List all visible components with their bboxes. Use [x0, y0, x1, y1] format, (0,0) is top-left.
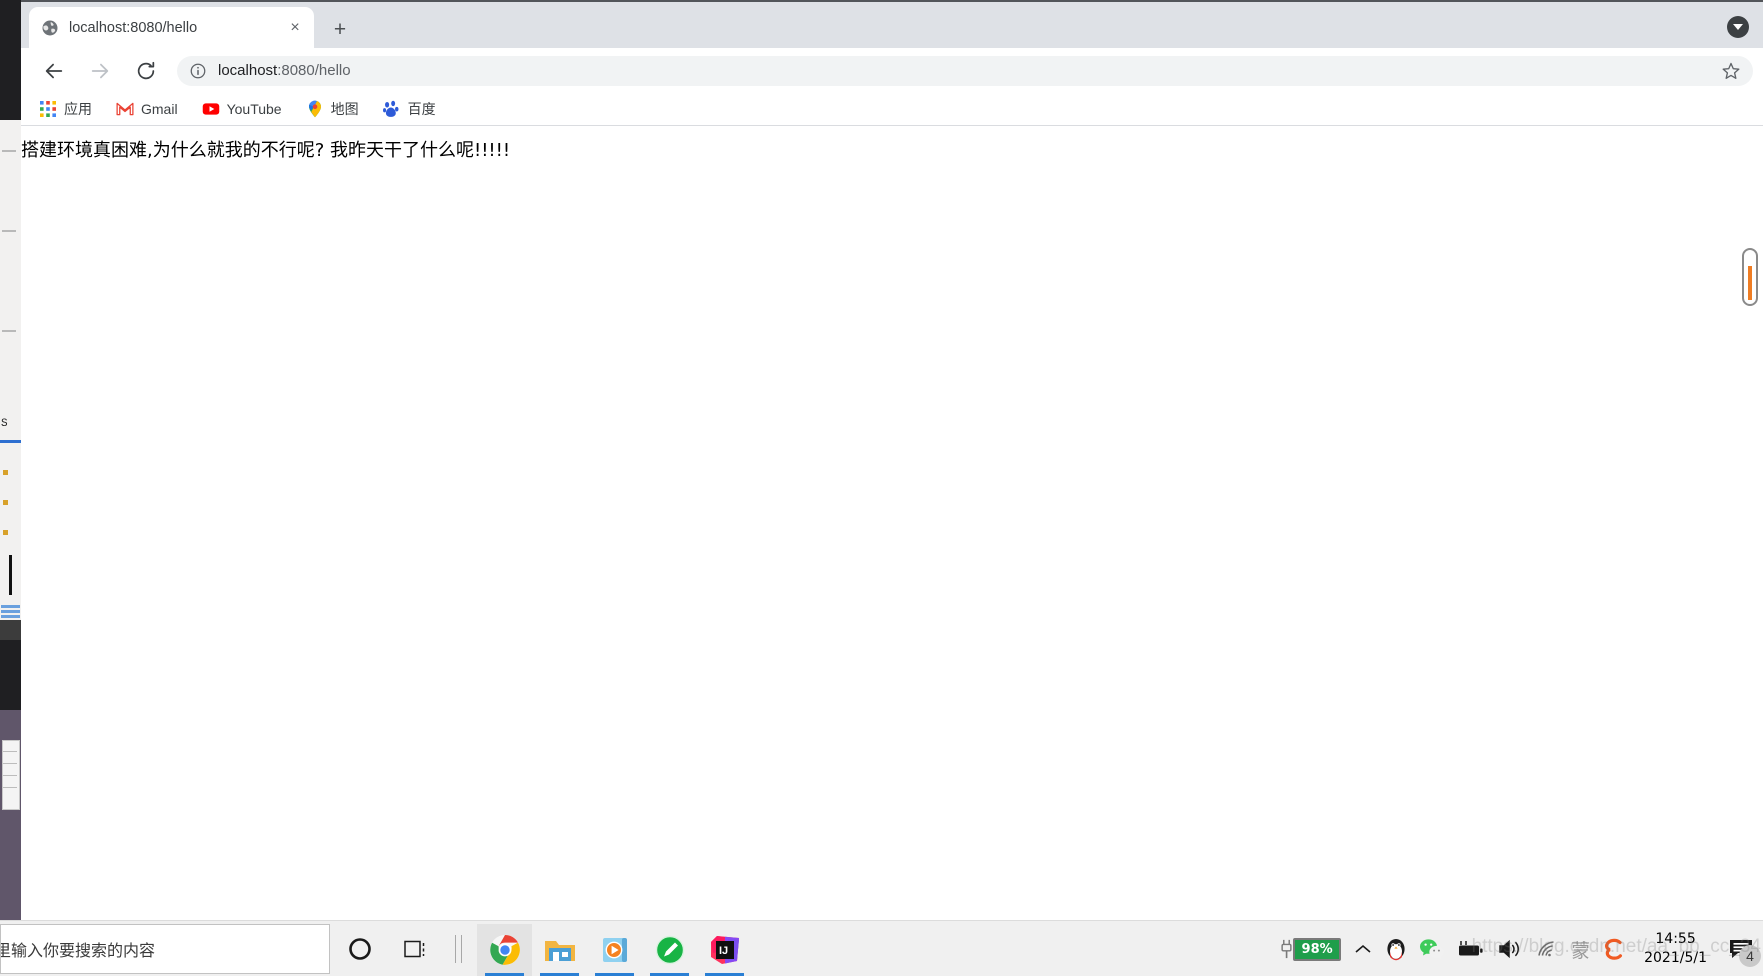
globe-favicon: [42, 20, 58, 35]
close-icon[interactable]: ×: [284, 17, 306, 39]
tab-title: localhost:8080/hello: [69, 19, 198, 36]
reload-icon[interactable]: [130, 55, 162, 87]
task-view-icon[interactable]: [390, 924, 446, 974]
svg-text:IJ: IJ: [719, 945, 728, 957]
bookmark-youtube[interactable]: YouTube: [202, 97, 282, 121]
address-bar[interactable]: localhost:8080/hello: [177, 55, 1753, 86]
taskbar-divider: [461, 935, 462, 963]
tab-strip: localhost:8080/hello × +: [21, 2, 1763, 48]
bookmark-label: 地图: [330, 101, 359, 117]
taskbar-clock[interactable]: 14:55 2021/5/1: [1632, 921, 1719, 976]
battery-percent-indicator[interactable]: 98%: [1275, 921, 1347, 976]
battery-charging-icon[interactable]: [1451, 921, 1491, 976]
bookmark-label: 百度: [407, 101, 436, 117]
taskbar-app-chrome[interactable]: [477, 924, 532, 976]
caret-down-icon[interactable]: [1727, 16, 1749, 38]
search-placeholder: 里输入你要搜索的内容: [0, 941, 156, 960]
notification-badge: 4: [1739, 945, 1761, 967]
scroll-progress-indicator[interactable]: [1742, 248, 1758, 306]
bookmark-maps[interactable]: 地图: [306, 97, 359, 121]
battery-percent: 98%: [1293, 937, 1342, 961]
url-path: :8080/hello: [277, 62, 351, 79]
windows-taskbar: 里输入你要搜索的内容 IJ 98% 蒙 14:55 2021/5/1 4 htt…: [0, 920, 1763, 976]
info-circle-icon[interactable]: [189, 62, 207, 80]
page-viewport: 搭建环境真困难,为什么就我的不行呢? 我昨天干了什么呢!!!!!: [21, 126, 1763, 920]
taskbar-divider: [455, 935, 456, 963]
back-arrow-icon[interactable]: [38, 55, 70, 87]
browser-tab[interactable]: localhost:8080/hello ×: [29, 7, 314, 48]
bookmark-gmail[interactable]: Gmail: [116, 97, 178, 121]
bookmark-apps[interactable]: 应用: [39, 97, 92, 121]
plug-icon: [1281, 939, 1292, 959]
forward-arrow-icon[interactable]: [84, 55, 116, 87]
system-tray: 98% 蒙 14:55 2021/5/1 4: [1275, 921, 1763, 976]
screen: S localhost:8080/hello × + localhost:808…: [0, 0, 1763, 976]
url-text: localhost:8080/hello: [218, 62, 351, 79]
gmail-icon: [116, 102, 134, 116]
youtube-icon: [202, 103, 219, 115]
taskbar-app-intellij-idea[interactable]: IJ: [697, 924, 752, 976]
qq-penguin-icon[interactable]: [1379, 921, 1413, 976]
taskbar-app-file-explorer[interactable]: [532, 924, 587, 976]
page-body-text: 搭建环境真困难,为什么就我的不行呢? 我昨天干了什么呢!!!!!: [21, 140, 511, 161]
clock-date: 2021/5/1: [1644, 950, 1707, 966]
bookmark-label: YouTube: [226, 101, 282, 117]
notification-icon[interactable]: 4: [1719, 921, 1763, 976]
taskbar-app-media-player[interactable]: [587, 924, 642, 976]
volume-icon[interactable]: [1491, 921, 1529, 976]
url-host: localhost: [218, 62, 278, 79]
bookmark-baidu[interactable]: 百度: [382, 97, 436, 121]
search-input[interactable]: 里输入你要搜索的内容: [0, 924, 330, 974]
wifi-icon[interactable]: [1529, 921, 1565, 976]
chevron-up-icon[interactable]: [1347, 921, 1379, 976]
star-icon[interactable]: [1721, 61, 1741, 81]
ime-chinese-icon[interactable]: 蒙: [1565, 921, 1596, 976]
baidu-icon: [382, 100, 399, 117]
bookmarks-bar: 应用 Gmail YouTube 地图 百度: [21, 93, 1763, 126]
bookmark-label: 应用: [64, 101, 92, 117]
wechat-icon[interactable]: [1413, 921, 1451, 976]
background-windows-strip: S: [0, 0, 22, 950]
clock-time: 14:55: [1655, 931, 1696, 948]
sogou-input-icon[interactable]: [1596, 921, 1632, 976]
taskbar-app-notes[interactable]: [642, 924, 697, 976]
browser-toolbar: localhost:8080/hello: [21, 48, 1763, 93]
apps-grid-icon: [40, 101, 56, 117]
bookmark-label: Gmail: [141, 101, 178, 117]
new-tab-button[interactable]: +: [326, 15, 354, 43]
maps-pin-icon: [308, 100, 321, 118]
chrome-window: localhost:8080/hello × + localhost:8080/…: [21, 0, 1763, 920]
cortana-circle-icon[interactable]: [332, 924, 388, 974]
